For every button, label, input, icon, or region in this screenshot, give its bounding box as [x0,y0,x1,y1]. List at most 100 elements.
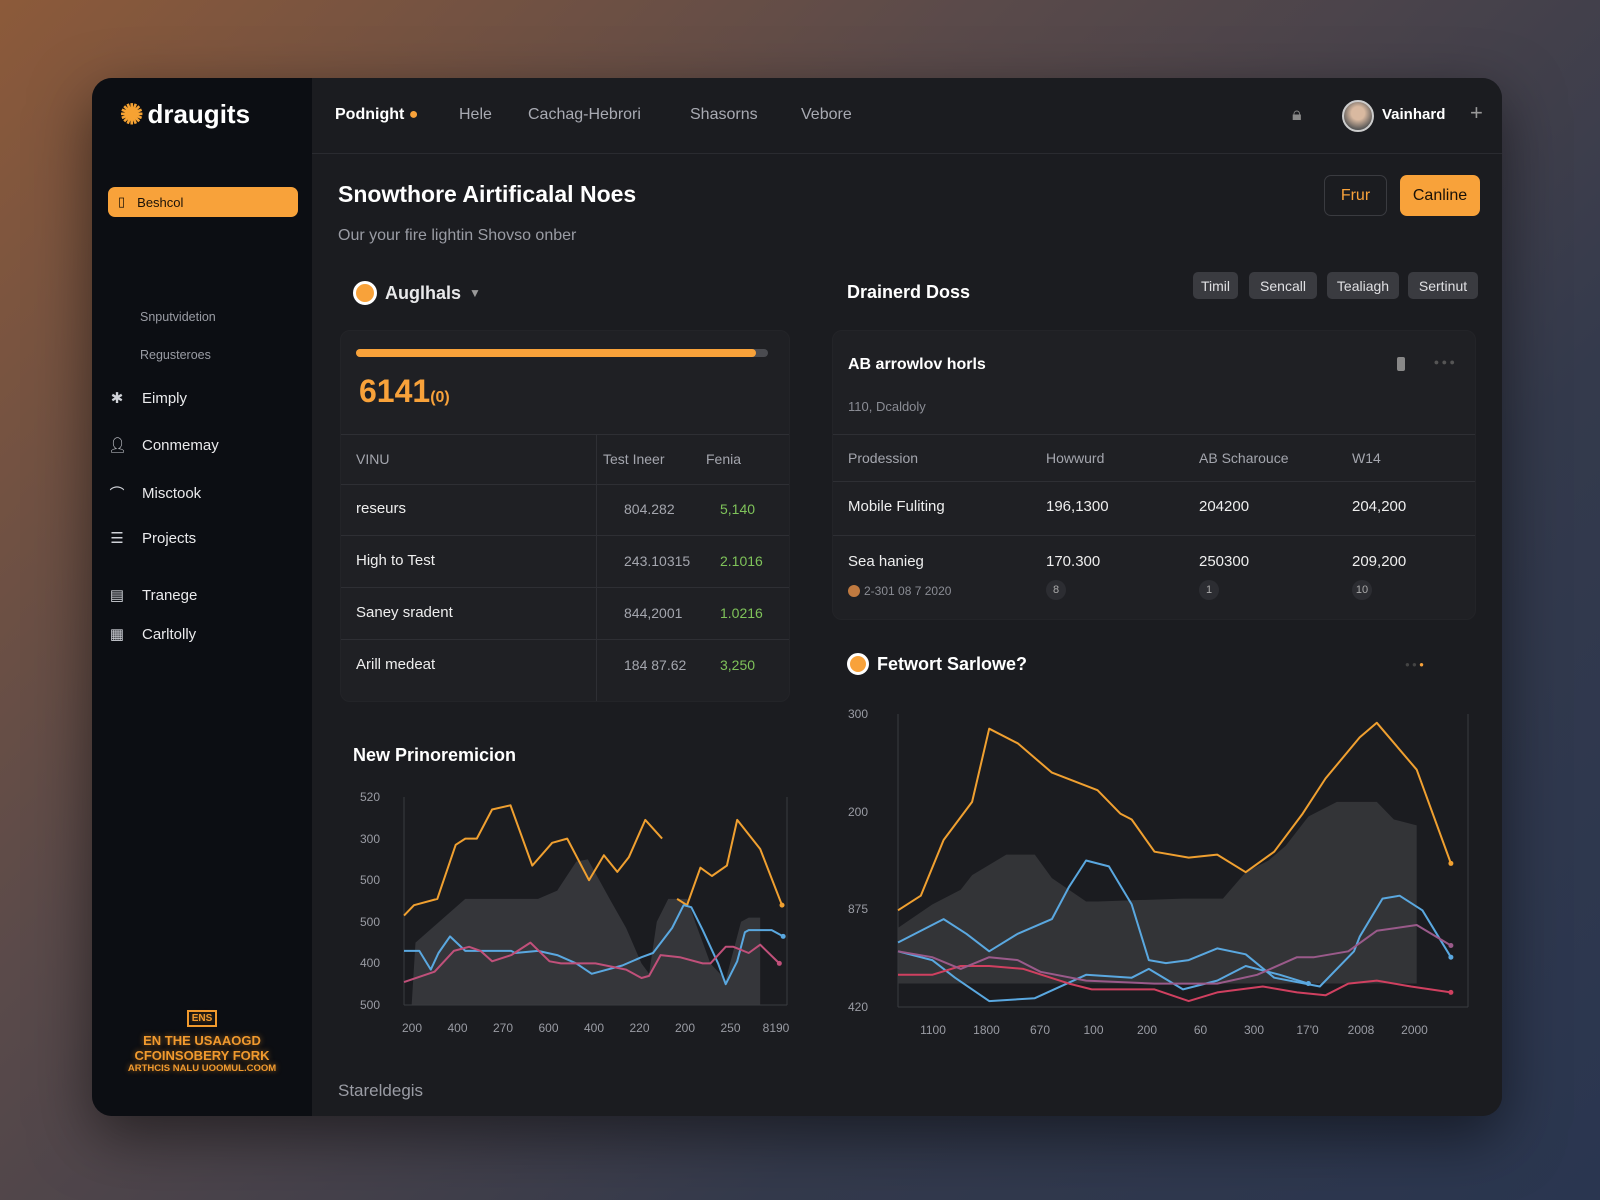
promo-banner[interactable]: ENS EN THE USAAOGD CFOINSOBERY FORK ARTH… [92,1008,312,1074]
row-label: Arill medeat [356,656,436,673]
row-label: Sea hanieg [848,553,924,570]
column-header[interactable]: AB Scharouce [1199,450,1289,466]
sidebar-item-tranege[interactable]: ▤ Tranege [108,586,197,605]
frur-button[interactable]: Frur [1324,175,1387,216]
row-label: Saney sradent [356,604,453,621]
sidebar: ✺ draugits ▯ Beshcol Snputvidetion Reguste… [92,78,312,1116]
x-tick-label: 250 [720,1021,741,1035]
status-dot-icon [848,585,860,597]
chevron-down-icon: ▼ [469,286,481,300]
x-tick-label: 60 [1193,1023,1208,1037]
series-end-point [1305,981,1311,987]
sidebar-item-active[interactable]: ▯ Beshcol [108,187,298,217]
x-tick-label: 200 [1136,1023,1158,1037]
sidebar-item-projects[interactable]: ☰ Projects [108,529,196,548]
table-row[interactable]: Arill medeat 184 87.62 3,250 [341,640,789,692]
x-tick-label: 2000 [1401,1023,1428,1037]
table-row[interactable]: Saney sradent 844,2001 1.0216 [341,588,789,640]
x-tick-label: 200 [674,1021,696,1035]
sunburst-logo-icon: ✺ [120,99,144,130]
row-change: 3,250 [720,657,756,673]
x-tick-label: 8190 [762,1021,790,1035]
report-icon: ▤ [109,587,125,604]
series-end-point [1448,860,1454,866]
row-change: 1.0216 [720,605,763,621]
sidebar-item-conmemay[interactable]: 👤︎ Conmemay [108,436,219,455]
nav-item[interactable]: Podnight ● [335,106,418,124]
lock-icon[interactable]: 🔒︎ [1292,104,1302,125]
x-tick-label: 200 [401,1021,423,1035]
progress-fill [356,349,756,357]
ab-card-subtitle: 110, Dcaldoly [848,399,926,414]
right-panel-title: Drainerd Doss [847,282,971,302]
row-value: 184 87.62 [624,657,687,673]
x-tick-label: 17'0 [1296,1023,1319,1037]
main-area: Podnight ● Hele Cachag-Hebrori Shasorns … [312,78,1502,1116]
nav-item[interactable]: Hele [459,106,492,124]
y-tick-label: 300 [360,831,381,846]
column-header[interactable]: VINU [356,451,389,467]
x-tick-label: 400 [583,1021,605,1035]
left-chart: 520 300 500 500 400 500 200 400 270 600 400 220 200 2… [340,783,800,1043]
y-tick-label: 200 [848,804,869,819]
canline-button[interactable]: Canline [1400,175,1480,216]
sidebar-item-misctook[interactable]: ⌒ Misctook [108,483,201,504]
y-tick-label: 500 [360,914,381,929]
table-row[interactable]: High to Test 243.10315 2.1016 [341,536,789,588]
series-end-point [776,960,782,966]
sidebar-item-carltolly[interactable]: ▦ Carltolly [108,625,196,644]
count-badge[interactable]: 8 [1046,580,1066,600]
nav-item[interactable]: Cachag-Hebrori [528,106,641,124]
column-header[interactable]: Prodession [848,450,918,466]
tag-sencall[interactable]: Sencall [1249,272,1317,299]
y-tick-label: 500 [360,873,381,888]
divider [833,535,1475,536]
left-chart-title: New Prinoremicion [353,745,517,765]
nav-item[interactable]: Shasorns [690,106,758,124]
column-header[interactable]: Test Ineer [603,451,664,467]
right-chart: 300 200 875 420 1100 1800 670 100 200 60 300 17'0 20… [832,698,1492,1058]
column-header[interactable]: Fenia [706,451,741,467]
divider [341,434,789,435]
row-label: High to Test [356,552,435,569]
x-tick-label: 400 [447,1021,468,1035]
pager-dots[interactable]: ● ● ● [1405,660,1424,669]
table-row[interactable]: reseurs 804.282 5,140 [341,484,789,536]
sidebar-subitem[interactable]: Snputvidetion [140,310,216,324]
more-dots-icon[interactable]: ● ● ● [1434,357,1455,367]
avatar[interactable] [1342,100,1374,132]
x-tick-label: 1800 [973,1023,1000,1037]
tag-tealiagh[interactable]: Tealiagh [1327,272,1399,299]
row-value: 804.282 [624,501,675,517]
x-tick-label: 220 [629,1021,650,1035]
promo-badge: ENS [186,1010,218,1027]
promo-line: CFOINSOBERY FORK [134,1048,270,1063]
row-label: Mobile Fuliting [848,498,945,515]
top-header: Podnight ● Hele Cachag-Hebrori Shasorns … [312,78,1502,154]
sidebar-subitem[interactable]: Regusteroes [140,348,211,362]
page-subtitle: Our your fire lightin Shovso onber [338,227,577,244]
series-end-point [780,933,786,939]
phone-icon[interactable] [1397,357,1405,371]
plus-icon[interactable]: + [1470,100,1483,126]
tag-sertinut[interactable]: Sertinut [1408,272,1478,299]
logo[interactable]: ✺ draugits [120,98,250,131]
y-tick-label: 420 [848,1000,869,1014]
count-badge[interactable]: 10 [1352,580,1372,600]
user-name[interactable]: Vainhard [1382,106,1445,123]
chart-svg [403,797,788,1006]
column-header[interactable]: Howwurd [1046,450,1104,466]
page-title: Snowthore Airtificalal Noes [338,181,637,207]
duck-icon [353,281,377,305]
left-panel-dropdown[interactable]: Auglhals ▼ [353,281,481,305]
tag-timil[interactable]: Timil [1193,272,1238,299]
count-badge[interactable]: 1 [1199,580,1219,600]
x-tick-label: 1100 [920,1023,946,1037]
divider [833,481,1475,482]
x-tick-label: 300 [1243,1023,1265,1037]
nav-item[interactable]: Vebore [801,106,852,124]
location-pin-icon: ● [408,106,419,123]
sidebar-item-eimply[interactable]: ✱ Eimply [108,389,187,408]
progress-bar [356,349,768,357]
column-header[interactable]: W14 [1352,450,1381,466]
